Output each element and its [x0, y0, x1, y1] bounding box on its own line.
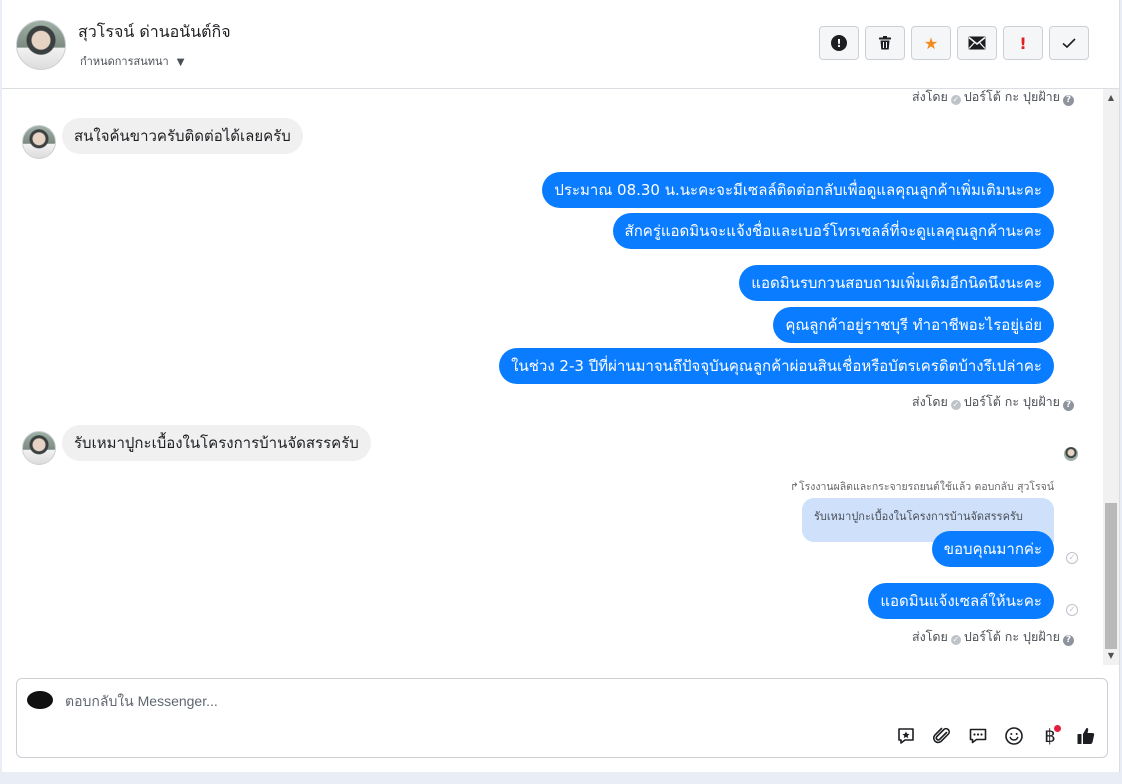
envelope-icon — [968, 36, 986, 50]
follow-up-button[interactable]: ! — [1003, 26, 1043, 60]
assign-conversation-dropdown[interactable]: กำหนดการสนทนา ▼ — [80, 52, 184, 70]
saved-reply-icon — [898, 728, 914, 744]
star-icon: ★ — [923, 33, 939, 53]
incoming-message[interactable]: สนใจค้นขาวครับติดต่อได้เลยครับ — [62, 118, 303, 154]
message-thread: ส่งโดย ✓ ปอร์โต้ กะ ปุยฝ้าย? สนใจค้นขาวครั… — [2, 89, 1102, 665]
attach-button[interactable] — [931, 725, 953, 747]
check-icon — [1062, 38, 1076, 49]
assign-conversation-label: กำหนดการสนทนา — [80, 55, 169, 68]
scrollbar-thumb[interactable] — [1105, 503, 1117, 649]
conversation-actions: ! ★ ! — [819, 26, 1089, 60]
verified-icon: ✓ — [950, 95, 961, 105]
help-icon[interactable]: ? — [1063, 635, 1074, 646]
outgoing-reply-message[interactable]: ขอบคุณมากค่ะ — [931, 531, 1054, 567]
emoji-icon — [1005, 727, 1023, 745]
sent-by-meta: ส่งโดย ✓ ปอร์โต้ กะ ปุยฝ้าย? — [912, 627, 1074, 647]
sent-by-label: ส่งโดย — [911, 394, 948, 409]
outgoing-message[interactable]: ประมาณ 08.30 น.นะคะจะมีเซลล์ติดต่อกลับเพ… — [542, 172, 1054, 208]
outgoing-message[interactable]: แอดมินรบกวนสอบถามเพิ่มเติมอีกนิดนึงนะคะ — [739, 265, 1054, 301]
mark-spam-button[interactable]: ! — [819, 26, 859, 60]
trash-icon — [879, 36, 891, 50]
verified-icon: ✓ — [950, 400, 961, 410]
composer-tools: ฿ — [895, 725, 1097, 747]
delivered-check-icon: ✓ — [1066, 604, 1078, 616]
thread-scrollbar[interactable]: ▲ ▼ — [1103, 89, 1119, 665]
mark-done-button[interactable] — [1049, 26, 1089, 60]
incoming-message[interactable]: รับเหมาปูกะเบื้องในโครงการบ้านจัดสรรครับ — [62, 425, 371, 461]
delivered-check-icon: ✓ — [1066, 552, 1078, 564]
sent-by-label: ส่งโดย — [911, 89, 948, 104]
sent-by-label: ส่งโดย — [911, 629, 948, 644]
reply-input[interactable] — [65, 691, 665, 711]
scroll-up-arrow-icon[interactable]: ▲ — [1103, 91, 1119, 105]
reply-arrow-icon: ↱ — [790, 481, 799, 493]
emoji-button[interactable] — [1003, 725, 1025, 747]
sent-by-author: ปอร์โต้ กะ ปุยฝ้าย — [963, 629, 1060, 644]
outgoing-message[interactable]: สักครู่แอดมินจะแจ้งชื่อและเบอร์โทรเซลล์ท… — [612, 213, 1054, 249]
conversation-header: สุวโรจน์ ด่านอนันต์กิจ กำหนดการสนทนา ▼ ! … — [2, 0, 1119, 89]
scroll-down-arrow-icon[interactable]: ▼ — [1103, 649, 1119, 663]
sent-by-author: ปอร์โต้ กะ ปุยฝ้าย — [963, 394, 1060, 409]
exclamation-icon: ! — [1019, 33, 1027, 53]
outgoing-message[interactable]: คุณลูกค้าอยู่ราชบุรี ทำอาชีพอะไรอยู่เอ่ย — [773, 307, 1054, 343]
help-icon[interactable]: ? — [1063, 400, 1074, 411]
quick-replies-button[interactable] — [967, 725, 989, 747]
contact-avatar-small[interactable] — [22, 431, 56, 465]
conversation-panel: สุวโรจน์ ด่านอนันต์กิจ กำหนดการสนทนา ▼ ! … — [2, 0, 1120, 772]
outgoing-message[interactable]: ในช่วง 2-3 ปีที่ผ่านมาจนถึปัจจุบันคุณลูก… — [499, 348, 1054, 384]
delete-button[interactable] — [865, 26, 905, 60]
message-composer: ฿ — [16, 678, 1108, 758]
chat-bubble-icon — [969, 728, 987, 744]
sent-by-meta: ส่งโดย ✓ ปอร์โต้ กะ ปุยฝ้าย? — [912, 89, 1074, 107]
contact-avatar[interactable] — [16, 20, 66, 70]
mark-unread-button[interactable] — [957, 26, 997, 60]
notification-dot — [1054, 725, 1061, 732]
contact-name[interactable]: สุวโรจน์ ด่านอนันต์กิจ — [78, 20, 231, 45]
help-icon[interactable]: ? — [1063, 95, 1074, 106]
verified-icon: ✓ — [950, 635, 961, 645]
thumbs-up-icon — [1077, 728, 1095, 744]
like-button[interactable] — [1075, 725, 1097, 747]
reply-context: ↱โรงงานผลิตและกระจายรถยนต์ใช้แล้ว ตอบกลั… — [790, 478, 1054, 495]
star-button[interactable]: ★ — [911, 26, 951, 60]
seen-by-avatar — [1064, 447, 1078, 461]
paperclip-icon — [932, 727, 950, 744]
reply-context-text: โรงงานผลิตและกระจายรถยนต์ใช้แล้ว ตอบกลับ… — [798, 481, 1054, 493]
page-logo — [27, 691, 53, 709]
alert-circle-icon: ! — [831, 35, 847, 51]
outgoing-message[interactable]: แอดมินแจ้งเซลล์ให้นะคะ — [868, 583, 1054, 619]
saved-reply-button[interactable] — [895, 725, 917, 747]
payment-button[interactable]: ฿ — [1039, 725, 1061, 747]
sent-by-author: ปอร์โต้ กะ ปุยฝ้าย — [963, 89, 1060, 104]
sent-by-meta: ส่งโดย ✓ ปอร์โต้ กะ ปุยฝ้าย? — [912, 392, 1074, 412]
caret-down-icon: ▼ — [176, 57, 185, 68]
contact-avatar-small[interactable] — [22, 125, 56, 159]
